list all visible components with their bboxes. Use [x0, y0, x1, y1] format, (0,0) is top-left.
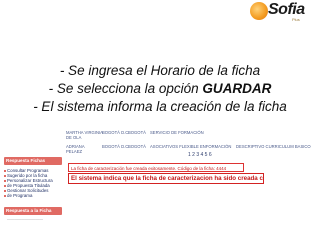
sidebar-small-text: —————————— — [7, 217, 43, 221]
caption-line-1: - Se ingresa el Horario de la ficha — [59, 63, 261, 78]
success-callout: El sistema indica que la ficha de caract… — [68, 173, 264, 184]
sofia-logo-icon — [250, 2, 268, 20]
sofia-plus-logo: Sofia Plus — [248, 0, 320, 24]
caption-line-3: - El sistema informa la creación de la f… — [33, 99, 287, 114]
logo-subtext: Plus — [292, 17, 300, 22]
cell-name: PELAEZ — [66, 149, 83, 154]
app-screenshot: Respuesta Fichas Consultar Programas Sug… — [4, 127, 316, 238]
success-notice: La ficha de caracterización fue creada e… — [68, 163, 244, 172]
sidebar-header-fichas: Respuesta Fichas — [4, 157, 62, 165]
sidebar: Respuesta Fichas Consultar Programas Sug… — [4, 127, 64, 238]
caption-guardar: GUARDAR — [202, 81, 272, 96]
slide-caption: - Se ingresa el Horario de la ficha - Se… — [0, 62, 320, 116]
sidebar-header-respuesta: Respuesta a la Ficha — [4, 207, 62, 215]
sidebar-link[interactable]: de Programa — [4, 193, 32, 198]
cell-name: DE OLA — [66, 135, 82, 140]
pagination-pages[interactable]: 1 2 3 4 5 6 — [188, 152, 212, 158]
pagination[interactable]: 1 2 3 4 5 6 — [188, 152, 212, 158]
caption-line-2-prefix: - Se selecciona la opción — [48, 81, 203, 96]
caption-line-2: - Se selecciona la opción GUARDAR — [0, 80, 320, 98]
